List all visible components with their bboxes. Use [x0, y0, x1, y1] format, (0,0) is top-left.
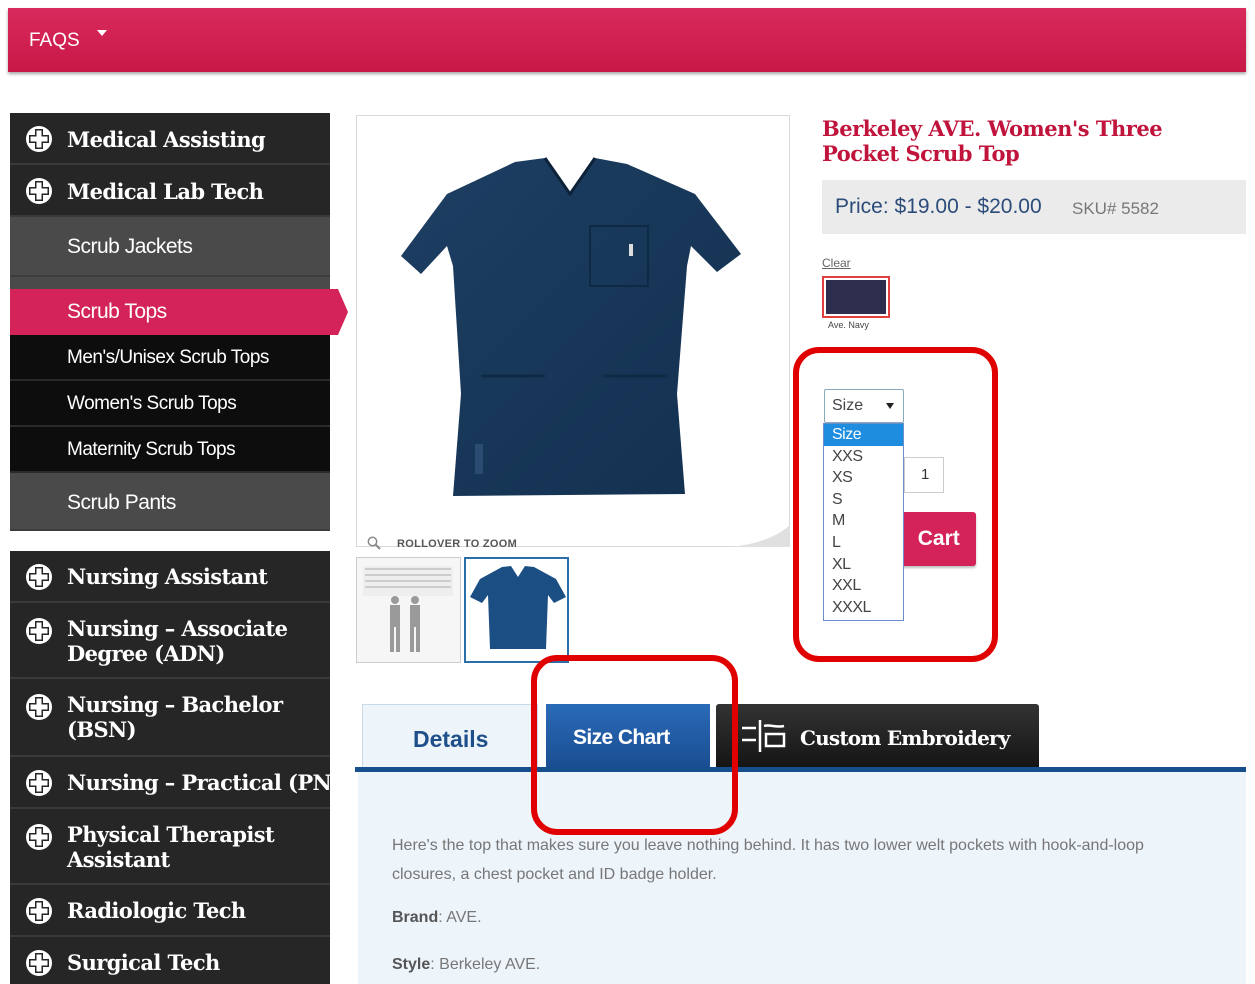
caret-down-icon[interactable]	[97, 30, 107, 36]
sidebar-item-womens-scrub-tops[interactable]: Women's Scrub Tops	[10, 381, 330, 427]
sidebar-item-maternity-scrub-tops[interactable]: Maternity Scrub Tops	[10, 427, 330, 473]
sidebar-item-nursing-assistant[interactable]: Nursing Assistant	[10, 551, 330, 603]
sidebar-item-surgical-tech[interactable]: Surgical Tech	[10, 937, 330, 984]
plus-icon	[26, 770, 52, 796]
plus-icon	[26, 694, 52, 720]
plus-icon	[26, 950, 52, 976]
sidebar-item-mens-scrub-tops[interactable]: Men's/Unisex Scrub Tops	[10, 335, 330, 381]
sidebar-item-medical-assisting[interactable]: Medical Assisting	[10, 113, 330, 165]
sidebar-item-nursing-bsn[interactable]: Nursing – Bachelor (BSN)	[10, 679, 330, 757]
plus-icon	[26, 898, 52, 924]
page-curl-decoration	[730, 525, 790, 547]
sidebar-item-scrub-tops[interactable]: Scrub Tops	[10, 289, 348, 335]
product-title: Berkeley AVE. Women's Three Pocket Scrub…	[822, 116, 1163, 166]
sku-number: SKU# 5582	[1072, 199, 1159, 218]
zoom-hint-text: ROLLOVER TO ZOOM	[397, 538, 518, 550]
annotation-size-chart-tab	[531, 655, 738, 835]
tab-divider	[355, 767, 1246, 772]
plus-icon	[26, 178, 52, 204]
style-line: Style: Berkeley AVE.	[392, 956, 540, 974]
sidebar-item-label: Scrub Pants	[67, 491, 176, 514]
sidebar-item-physical-therapist-assistant[interactable]: Physical Therapist Assistant	[10, 809, 330, 885]
sidebar-item-label: Medical Assisting	[67, 127, 266, 152]
thumbnail-scrub-top[interactable]	[464, 557, 569, 663]
sidebar-item-nursing-adn[interactable]: Nursing – Associate Degree (ADN)	[10, 603, 330, 679]
brand-value: : AVE.	[438, 909, 482, 926]
tab-details[interactable]: Details	[362, 704, 538, 767]
sidebar-item-label: Men's/Unisex Scrub Tops	[67, 347, 269, 368]
sidebar-item-label: Physical Therapist Assistant	[67, 822, 275, 872]
plus-icon	[26, 618, 52, 644]
price-box: Price: $19.00 - $20.00 SKU# 5582	[822, 180, 1246, 234]
style-label: Style	[392, 956, 431, 973]
plus-icon	[26, 564, 52, 590]
sidebar-item-label: Women's Scrub Tops	[67, 393, 237, 414]
price-range: Price: $19.00 - $20.00	[835, 195, 1042, 218]
scrub-top-thumbnail-image	[470, 566, 566, 649]
sidebar-item-radiologic-tech[interactable]: Radiologic Tech	[10, 885, 330, 937]
sidebar-item-label: Radiologic Tech	[67, 898, 246, 923]
thumbnail-size-chart[interactable]	[356, 557, 461, 663]
clear-selection-link[interactable]: Clear	[822, 256, 851, 270]
sidebar-item-label: Nursing – Associate Degree (ADN)	[67, 616, 288, 666]
tab-label: Details	[413, 726, 489, 752]
product-main-image[interactable]: ROLLOVER TO ZOOM	[356, 115, 790, 550]
sidebar-item-label: Surgical Tech	[67, 950, 220, 975]
sidebar-item-label: Nursing Assistant	[67, 564, 268, 589]
faqs-menu[interactable]: FAQS	[29, 30, 80, 52]
sidebar-item-label: Nursing – Practical (PN)	[67, 770, 341, 795]
sidebar-item-scrub-jackets[interactable]: Scrub Jackets	[10, 217, 330, 277]
brand-label: Brand	[392, 909, 439, 926]
magnifier-icon	[367, 536, 381, 550]
size-chart-thumbnail-image	[363, 566, 453, 652]
plus-icon	[26, 824, 52, 850]
embroidery-icon	[742, 720, 786, 752]
sidebar-item-medical-lab-tech[interactable]: Medical Lab Tech	[10, 165, 330, 217]
sidebar-item-label: Scrub Tops	[67, 300, 167, 323]
top-nav-bar: FAQS	[8, 8, 1246, 72]
swatch-label: Ave. Navy	[828, 320, 869, 330]
sidebar-item-nursing-pn[interactable]: Nursing – Practical (PN)	[10, 757, 341, 809]
tab-custom-embroidery[interactable]: Custom Embroidery	[716, 704, 1039, 767]
sidebar-item-scrub-pants[interactable]: Scrub Pants	[10, 473, 330, 531]
product-description: Here's the top that makes sure you leave…	[392, 837, 1144, 883]
sidebar-item-label: Nursing – Bachelor (BSN)	[67, 692, 283, 742]
style-value: : Berkeley AVE.	[430, 956, 541, 973]
sidebar-item-label: Scrub Jackets	[67, 235, 193, 258]
annotation-size-dropdown	[793, 347, 998, 662]
brand-line: Brand: AVE.	[392, 909, 482, 927]
sidebar-item-label: Medical Lab Tech	[67, 179, 264, 204]
color-swatch-ave-navy[interactable]	[822, 276, 890, 318]
tab-label: Custom Embroidery	[800, 726, 1010, 750]
scrub-top-image	[401, 157, 741, 496]
sidebar-item-label: Maternity Scrub Tops	[67, 439, 236, 460]
plus-icon	[26, 126, 52, 152]
